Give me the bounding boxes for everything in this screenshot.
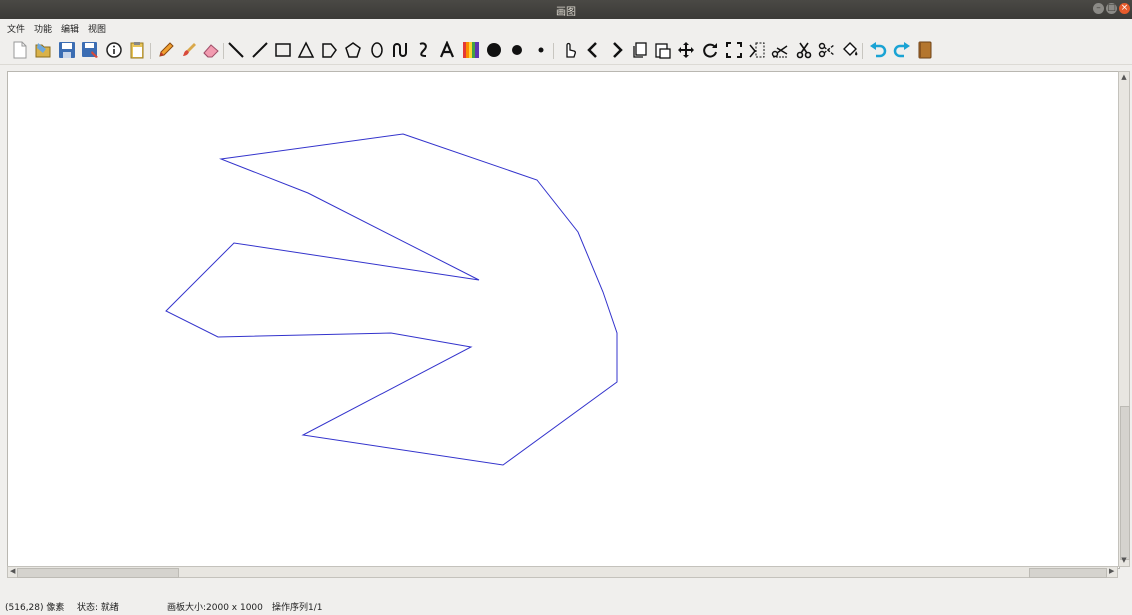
toolbar-separator	[553, 43, 554, 59]
drawing-canvas[interactable]	[7, 71, 1120, 569]
line-icon[interactable]	[250, 40, 270, 60]
eraser-icon[interactable]	[201, 40, 221, 60]
fullscreen-icon[interactable]	[724, 40, 744, 60]
scroll-right-icon[interactable]: ▶	[1109, 567, 1114, 575]
crop-icon[interactable]	[747, 40, 767, 60]
move-icon[interactable]	[676, 40, 696, 60]
toolbar	[0, 37, 1132, 65]
pentagon-icon[interactable]	[319, 40, 339, 60]
status-coords: (516,28) 像素	[5, 603, 65, 613]
maximize-button[interactable]: □	[1106, 3, 1117, 14]
scroll-left-icon[interactable]: ◀	[10, 567, 15, 575]
prev-icon[interactable]	[583, 40, 603, 60]
status-state: 状态: 就绪	[77, 603, 119, 613]
scroll-up-icon[interactable]: ▲	[1119, 73, 1129, 81]
fill-bucket-icon[interactable]	[840, 40, 860, 60]
redo-icon[interactable]	[892, 40, 912, 60]
horizontal-scroll-track-end	[1029, 568, 1107, 578]
pencil-icon[interactable]	[156, 40, 176, 60]
scroll-down-icon[interactable]: ▼	[1119, 556, 1129, 564]
menu-file[interactable]: 文件	[7, 22, 25, 35]
drawn-polygon[interactable]	[165, 133, 618, 466]
pen-size-small-icon[interactable]	[531, 40, 551, 60]
notebook-icon[interactable]	[915, 40, 935, 60]
canvas-drawing	[165, 133, 618, 466]
line-thin-icon[interactable]	[226, 40, 246, 60]
select-hand-icon[interactable]	[559, 40, 579, 60]
text-icon[interactable]	[437, 40, 457, 60]
toolbar-separator	[150, 43, 151, 59]
pen-size-large-icon[interactable]	[484, 40, 504, 60]
color-palette-icon[interactable]	[461, 40, 481, 60]
rotate-icon[interactable]	[700, 40, 720, 60]
save-icon[interactable]	[57, 40, 77, 60]
close-button[interactable]: ×	[1119, 3, 1130, 14]
paste-icon[interactable]	[127, 40, 147, 60]
curve-icon[interactable]	[390, 40, 410, 60]
window-title: 画图	[556, 7, 576, 18]
menu-edit[interactable]: 编辑	[61, 22, 79, 35]
next-icon[interactable]	[607, 40, 627, 60]
horizontal-scroll-thumb[interactable]	[17, 568, 179, 578]
pen-size-medium-icon[interactable]	[507, 40, 527, 60]
minimize-button[interactable]: –	[1093, 3, 1104, 14]
copy-icon[interactable]	[630, 40, 650, 60]
info-icon[interactable]	[104, 40, 124, 60]
polygon-icon[interactable]	[343, 40, 363, 60]
title-bar: 画图 – □ ×	[0, 0, 1132, 19]
new-file-icon[interactable]	[10, 40, 30, 60]
status-ops: 操作序列1/1	[272, 603, 323, 613]
brush-icon[interactable]	[179, 40, 199, 60]
triangle-icon[interactable]	[296, 40, 316, 60]
vertical-scrollbar[interactable]: ▲ ▼	[1118, 71, 1130, 567]
rectangle-icon[interactable]	[273, 40, 293, 60]
toolbar-separator	[862, 43, 863, 59]
save-as-icon[interactable]	[80, 40, 100, 60]
vertical-scroll-thumb[interactable]	[1120, 406, 1130, 560]
cut-icon[interactable]	[817, 40, 837, 60]
ellipse-icon[interactable]	[367, 40, 387, 60]
scissors-icon[interactable]	[794, 40, 814, 60]
open-file-icon[interactable]	[33, 40, 53, 60]
undo-icon[interactable]	[868, 40, 888, 60]
menu-function[interactable]: 功能	[34, 22, 52, 35]
menu-view[interactable]: 视图	[88, 22, 106, 35]
cut-shape-icon[interactable]	[770, 40, 790, 60]
menu-bar: 文件 功能 编辑 视图	[0, 19, 1132, 36]
maximize-icon: □	[1107, 3, 1116, 13]
status-bar: (516,28) 像素 状态: 就绪 画板大小:2000 x 1000 操作序列…	[0, 595, 1132, 615]
status-canvas-size: 画板大小:2000 x 1000	[167, 603, 263, 613]
paste-clip-icon[interactable]	[653, 40, 673, 60]
close-icon: ×	[1120, 3, 1129, 13]
minimize-icon: –	[1096, 3, 1101, 13]
horizontal-scrollbar[interactable]: ◀ ▶	[7, 566, 1118, 578]
toolbar-separator	[223, 43, 224, 59]
spline-icon[interactable]	[413, 40, 433, 60]
